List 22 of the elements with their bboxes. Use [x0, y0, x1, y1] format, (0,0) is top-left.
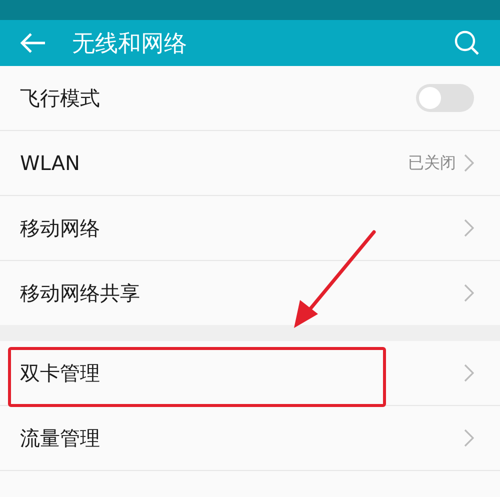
page-title: 无线和网络	[72, 30, 188, 58]
row-label: 飞行模式	[20, 84, 101, 112]
settings-row[interactable]: 移动网络共享	[0, 261, 500, 325]
settings-row[interactable]: WLAN 已关闭	[0, 131, 500, 196]
chevron-icon	[464, 364, 474, 382]
row-label: 移动网络共享	[20, 280, 141, 306]
row-label: 流量管理	[20, 424, 101, 452]
chevron-icon	[464, 284, 474, 302]
settings-row[interactable]: 飞行模式	[0, 66, 500, 131]
row-label: WLAN	[20, 151, 82, 175]
row-label: 移动网络	[20, 214, 101, 242]
settings-row[interactable]: 双卡管理	[0, 341, 500, 406]
chevron-icon	[464, 219, 474, 237]
settings-row[interactable]: 流量管理	[0, 406, 500, 471]
search-icon[interactable]	[454, 30, 480, 56]
chevron-icon	[464, 154, 474, 172]
back-icon[interactable]	[20, 32, 46, 54]
settings-row[interactable]: 移动网络	[0, 196, 500, 261]
toggle-switch[interactable]	[416, 84, 474, 112]
chevron-icon	[464, 429, 474, 447]
row-value: 已关闭	[408, 152, 456, 174]
row-label: 双卡管理	[20, 360, 101, 386]
